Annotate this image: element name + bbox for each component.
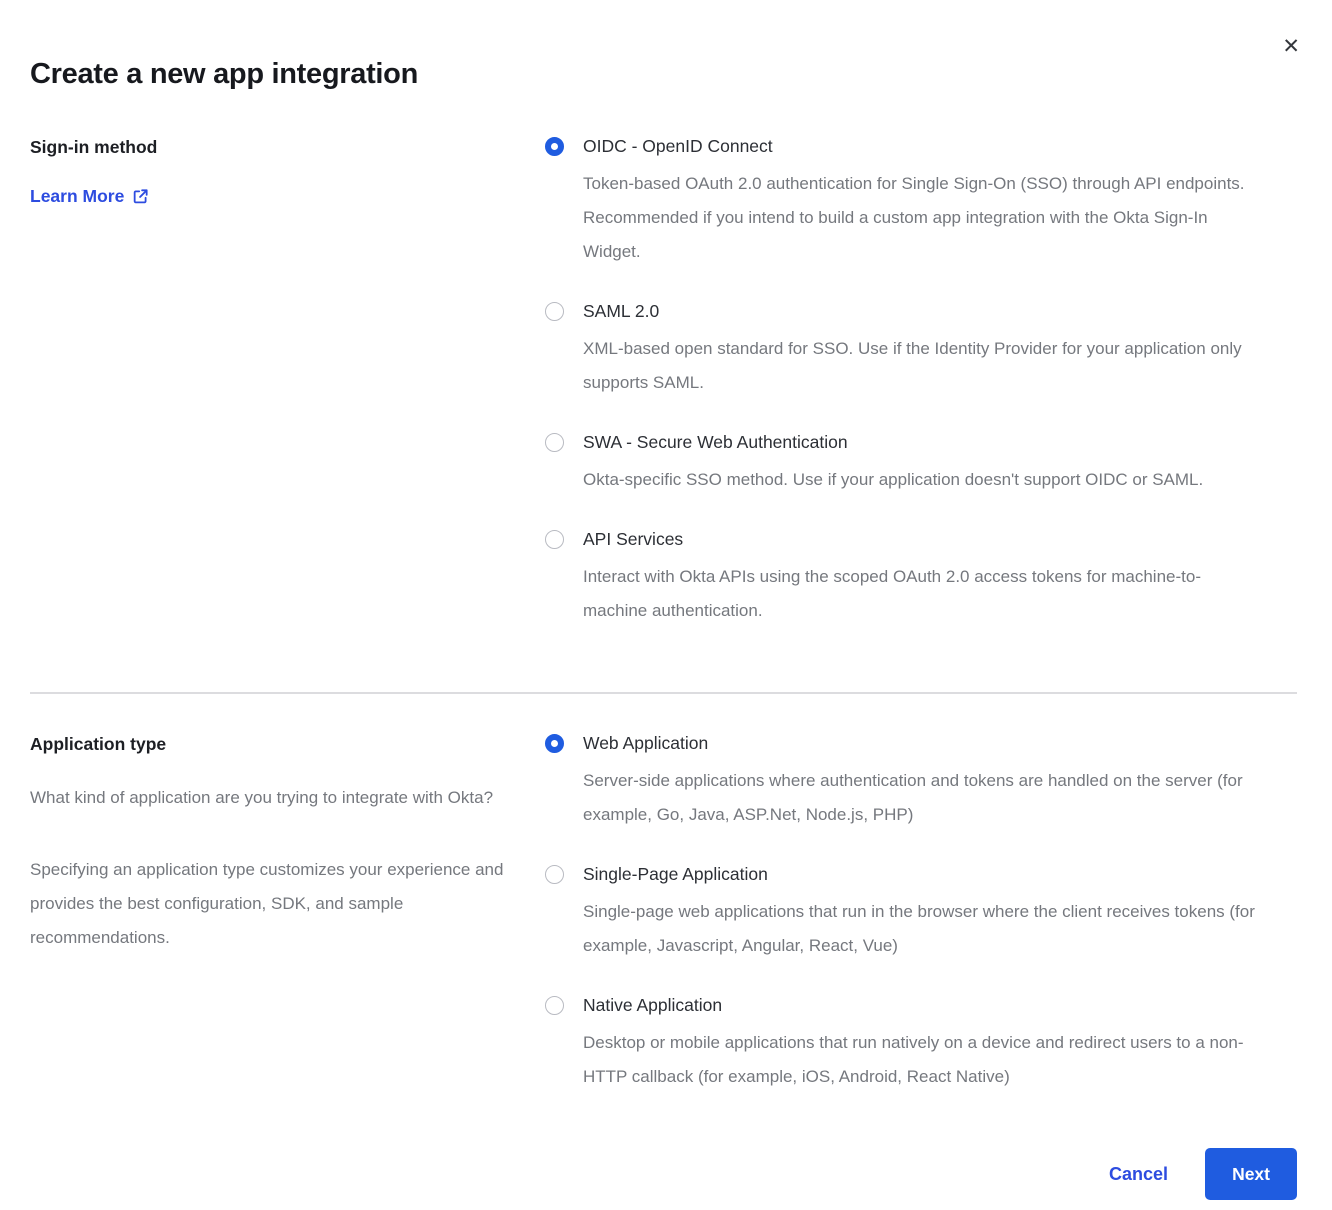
application-type-question: What kind of application are you trying … [30, 781, 510, 815]
next-button[interactable]: Next [1205, 1148, 1297, 1200]
radio-option[interactable]: SAML 2.0 XML-based open standard for SSO… [545, 300, 1260, 400]
radio-option-label: OIDC - OpenID Connect [583, 135, 1260, 158]
radio-option-label: SWA - Secure Web Authentication [583, 431, 1203, 454]
radio-option[interactable]: Single-Page Application Single-page web … [545, 863, 1260, 963]
radio-option[interactable]: Web Application Server-side applications… [545, 732, 1260, 832]
sign-in-method-section: Sign-in method Learn More OIDC - OpenID … [30, 135, 1297, 628]
create-app-integration-dialog: ✕ Create a new app integration Sign-in m… [0, 0, 1332, 1210]
radio-button-icon[interactable] [545, 734, 564, 753]
radio-option-label: Web Application [583, 732, 1260, 755]
radio-option-description: Single-page web applications that run in… [583, 895, 1260, 963]
radio-button-icon[interactable] [545, 530, 564, 549]
radio-option[interactable]: API Services Interact with Okta APIs usi… [545, 528, 1260, 628]
radio-option[interactable]: OIDC - OpenID Connect Token-based OAuth … [545, 135, 1260, 269]
cancel-button[interactable]: Cancel [1109, 1164, 1168, 1185]
radio-option[interactable]: SWA - Secure Web Authentication Okta-spe… [545, 431, 1260, 497]
radio-button-icon[interactable] [545, 996, 564, 1015]
radio-button-icon[interactable] [545, 302, 564, 321]
radio-option[interactable]: Native Application Desktop or mobile app… [545, 994, 1260, 1094]
sign-in-method-options: OIDC - OpenID Connect Token-based OAuth … [545, 135, 1260, 628]
learn-more-link[interactable]: Learn More [30, 186, 149, 207]
radio-option-description: Desktop or mobile applications that run … [583, 1026, 1260, 1094]
radio-option-label: SAML 2.0 [583, 300, 1260, 323]
radio-option-description: Okta-specific SSO method. Use if your ap… [583, 463, 1203, 497]
application-type-label: Application type [30, 733, 545, 755]
radio-option-description: Interact with Okta APIs using the scoped… [583, 560, 1260, 628]
radio-option-description: Server-side applications where authentic… [583, 764, 1260, 832]
close-icon[interactable]: ✕ [1282, 36, 1300, 57]
radio-button-icon[interactable] [545, 137, 564, 156]
learn-more-label: Learn More [30, 186, 124, 207]
radio-option-description: Token-based OAuth 2.0 authentication for… [583, 167, 1260, 269]
application-type-section: Application type What kind of applicatio… [30, 732, 1297, 1094]
external-link-icon [132, 188, 149, 205]
radio-button-icon[interactable] [545, 865, 564, 884]
radio-option-description: XML-based open standard for SSO. Use if … [583, 332, 1260, 400]
section-divider [30, 692, 1297, 694]
application-type-options: Web Application Server-side applications… [545, 732, 1260, 1094]
page-title: Create a new app integration [30, 0, 1297, 91]
dialog-footer: Cancel Next [30, 1148, 1297, 1200]
radio-button-icon[interactable] [545, 433, 564, 452]
radio-option-label: API Services [583, 528, 1260, 551]
radio-option-label: Single-Page Application [583, 863, 1260, 886]
radio-option-label: Native Application [583, 994, 1260, 1017]
sign-in-method-label: Sign-in method [30, 136, 545, 158]
application-type-note: Specifying an application type customize… [30, 853, 510, 955]
